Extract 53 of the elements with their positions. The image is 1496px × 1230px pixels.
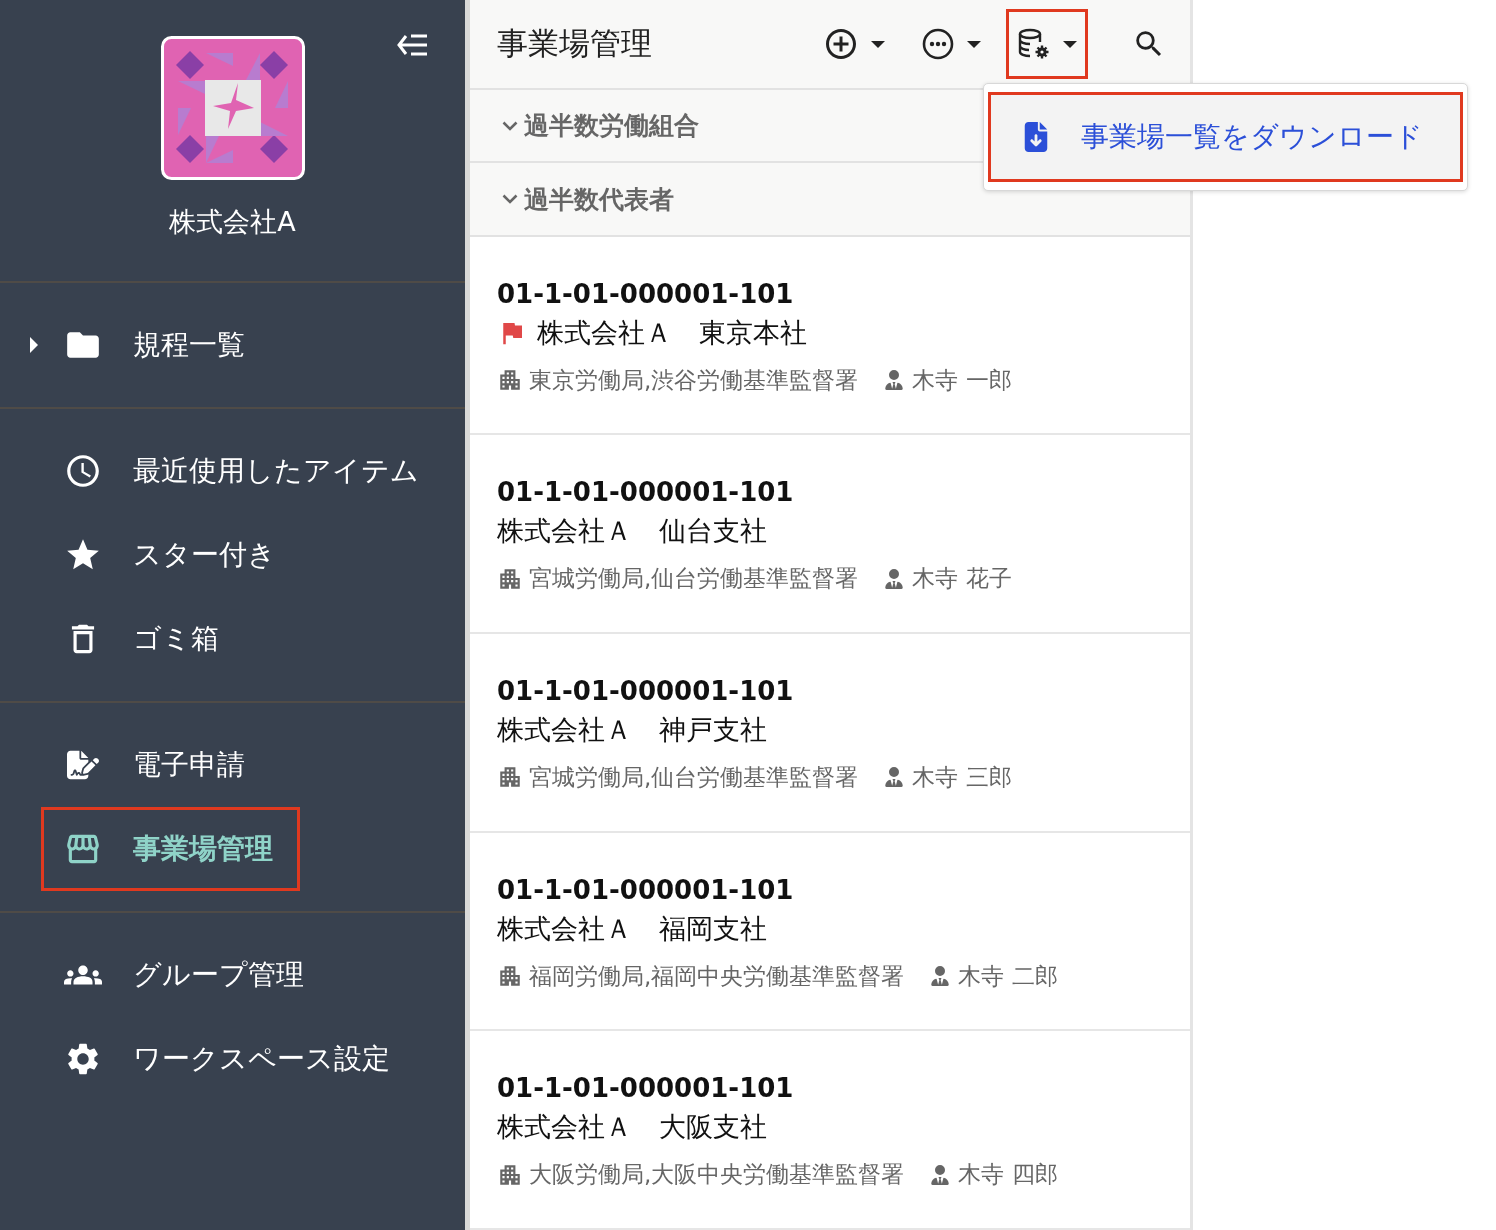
dropdown-caret-icon	[871, 40, 885, 48]
site-code: 01-1-01-000001-101	[497, 477, 795, 508]
chevron-down-icon	[502, 120, 518, 131]
site-name: 株式会社Ａ 仙台支社	[497, 514, 767, 549]
person-name: 木寺 一郎	[912, 365, 1012, 395]
site-name: 株式会社Ａ 神戸支社	[497, 712, 767, 747]
site-code: 01-1-01-000001-101	[497, 1073, 795, 1104]
person-icon	[930, 966, 951, 987]
nav-item[interactable]: グループ管理	[41, 933, 331, 1017]
toolbar-dropdown-button[interactable]	[1006, 9, 1088, 80]
labor-bureau: 宮城労働局,仙台労働基準監督署	[529, 564, 859, 594]
labor-bureau: 宮城労働局,仙台労働基準監督署	[529, 762, 859, 792]
page-title: 事業場管理	[497, 24, 652, 64]
nav-item[interactable]: 事業場管理	[41, 807, 300, 891]
nav-item[interactable]: スター付き	[41, 513, 303, 597]
site-name: 株式会社Ａ 大阪支社	[497, 1110, 767, 1145]
labor-bureau: 東京労働局,渋谷労働基準監督署	[529, 365, 859, 395]
group-header[interactable]: 過半数代表者	[502, 182, 674, 216]
nav-item[interactable]: ワークスペース設定	[41, 1017, 417, 1101]
dropdown-caret-icon	[967, 40, 981, 48]
site-name: 株式会社Ａ 福岡支社	[497, 911, 767, 946]
site-card[interactable]: 01-1-01-000001-101 株式会社Ａ 仙台支社 宮城労働局,仙台労働基準監督署 木寺 花子	[470, 435, 1190, 634]
person-icon	[884, 767, 905, 788]
database-gear-icon	[1017, 27, 1051, 62]
company-name: 株式会社A	[169, 205, 296, 239]
site-code: 01-1-01-000001-101	[497, 874, 795, 905]
labor-bureau: 福岡労働局,福岡中央労働基準監督署	[529, 961, 905, 991]
group-header[interactable]: 過半数労働組合	[502, 109, 699, 143]
site-card[interactable]: 01-1-01-000001-101 株式会社Ａ 大阪支社 大阪労働局,大阪中央労働基準監督署 木寺 四郎	[470, 1031, 1190, 1230]
site-card[interactable]: 01-1-01-000001-101 株式会社Ａ 東京本社 東京労働局,渋谷労働基準監督署 木寺 一郎	[470, 236, 1190, 436]
more-options-icon	[921, 27, 955, 62]
person-icon	[930, 1164, 951, 1185]
dropdown-caret-icon	[1063, 40, 1077, 48]
nav-item[interactable]: 電子申請	[41, 723, 272, 807]
site-card[interactable]: 01-1-01-000001-101 株式会社Ａ 福岡支社 福岡労働局,福岡中央労働基準監督署 木寺 二郎	[470, 832, 1190, 1032]
site-name: 株式会社Ａ 東京本社	[537, 315, 807, 350]
collapse-sidebar-icon[interactable]	[397, 34, 429, 56]
site-card[interactable]: 01-1-01-000001-101 株式会社Ａ 神戸支社 宮城労働局,仙台労働基準監督署 木寺 三郎	[470, 633, 1190, 833]
nav-item[interactable]: ゴミ箱	[41, 597, 246, 681]
person-name: 木寺 花子	[912, 564, 1012, 594]
nav-item[interactable]: 規程一覧	[41, 303, 272, 387]
person-icon	[884, 370, 905, 391]
nav-item[interactable]: 最近使用したアイテム	[41, 429, 446, 513]
person-name: 木寺 二郎	[958, 961, 1058, 991]
person-name: 木寺 四郎	[958, 1160, 1058, 1190]
person-name: 木寺 三郎	[912, 762, 1012, 792]
labor-bureau: 大阪労働局,大阪中央労働基準監督署	[529, 1160, 905, 1190]
site-code: 01-1-01-000001-101	[497, 675, 795, 706]
menu-item[interactable]: 事業場一覧をダウンロード	[988, 92, 1463, 182]
person-icon	[884, 568, 905, 589]
expand-caret-icon[interactable]	[30, 337, 38, 353]
chevron-down-icon	[502, 194, 518, 205]
site-code: 01-1-01-000001-101	[497, 278, 795, 309]
